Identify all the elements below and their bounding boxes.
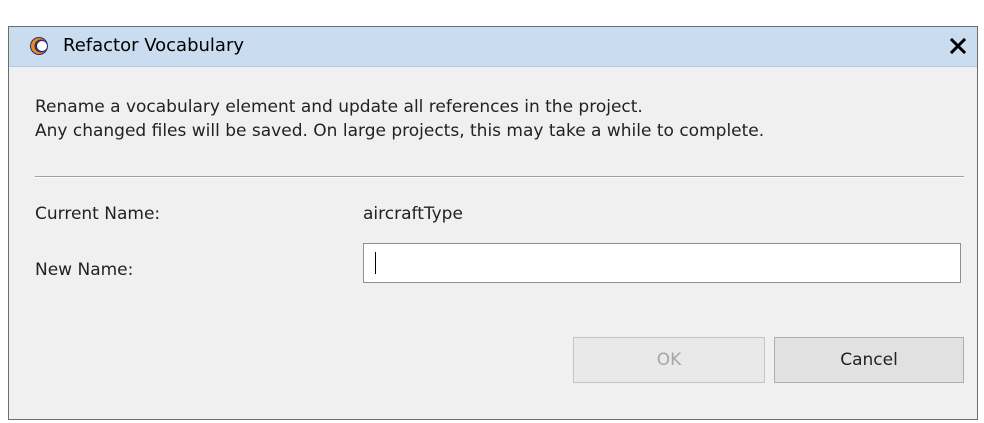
description-line-1: Rename a vocabulary element and update a… xyxy=(35,97,643,117)
window-title: Refactor Vocabulary xyxy=(63,35,245,56)
new-name-input[interactable] xyxy=(363,243,961,283)
text-caret xyxy=(375,252,376,274)
close-button[interactable] xyxy=(945,33,971,59)
ok-button[interactable]: OK xyxy=(573,337,765,383)
new-name-label: New Name: xyxy=(35,260,134,280)
separator xyxy=(35,176,964,178)
title-bar: Refactor Vocabulary xyxy=(9,27,977,67)
current-name-value: aircraftType xyxy=(363,204,463,224)
close-icon xyxy=(949,37,967,55)
current-name-label: Current Name: xyxy=(35,204,161,224)
refactor-vocabulary-dialog: Refactor Vocabulary Rename a vocabulary … xyxy=(8,26,978,420)
description-line-2: Any changed files will be saved. On larg… xyxy=(35,121,765,141)
eclipse-app-icon xyxy=(29,36,49,56)
cancel-button[interactable]: Cancel xyxy=(774,337,964,383)
